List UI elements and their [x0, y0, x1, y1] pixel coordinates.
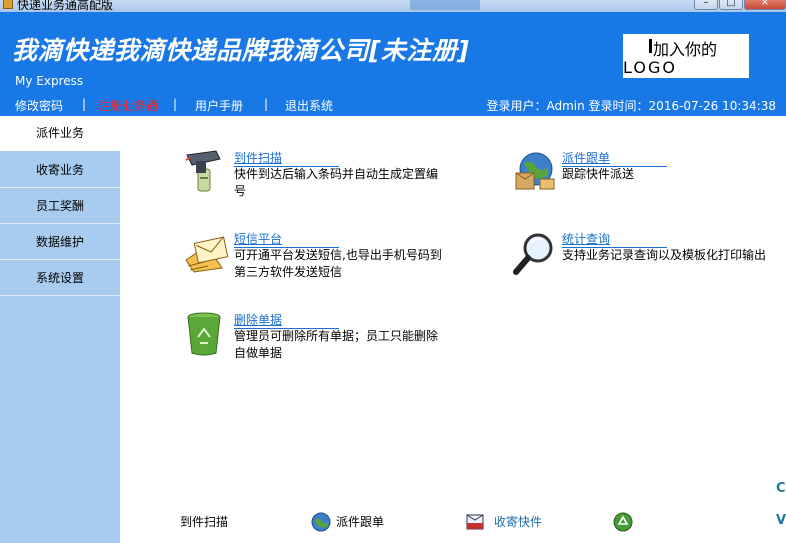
logo-text-line2: LOGO — [623, 58, 677, 77]
minimize-button[interactable]: – — [694, 0, 718, 10]
feature-link-sms[interactable]: 短信平台 — [234, 230, 339, 248]
logo-placeholder: 加入你的 LOGO — [623, 34, 749, 78]
window-title: 快递业务通高配版 — [17, 0, 114, 12]
sidebar-item-receive[interactable]: 收寄业务 — [0, 153, 120, 188]
sidebar-item-staff-reward[interactable]: 员工奖酬 — [0, 189, 120, 224]
feature-link-delete[interactable]: 删除单据 — [234, 311, 339, 329]
package-icon — [466, 514, 484, 530]
nav-separator: | — [264, 97, 269, 111]
globe-delivery-icon[interactable] — [512, 149, 558, 195]
company-title: 我滴快递我滴快递品牌我滴公司[未注册] — [12, 36, 470, 65]
logout-link[interactable]: 退出系统 — [285, 97, 333, 114]
feature-desc-delete: 管理员可删除所有单据；员工只能删除自做单据 — [234, 329, 439, 360]
bottom-label-receive: 收寄快件 — [494, 515, 543, 529]
titlebar-highlight — [410, 0, 480, 10]
barcode-scanner-icon[interactable] — [184, 149, 230, 195]
sidebar: 派件业务 收寄业务 员工奖酬 数据维护 系统设置 — [0, 116, 120, 543]
app-header: 我滴快递我滴快递品牌我滴公司[未注册] My Express 加入你的 LOGO… — [0, 12, 786, 116]
logo-mark — [649, 39, 652, 53]
edge-char-c: C — [776, 481, 786, 496]
feature-desc-stats: 支持业务记录查询以及模板化打印输出 — [562, 248, 767, 262]
feature-link-track[interactable]: 派件跟单 — [562, 149, 667, 167]
feature-desc-scan: 快件到达后输入条码并自动生成定置编号 — [234, 167, 439, 198]
edge-char-v: V — [776, 513, 786, 528]
maximize-button[interactable]: □ — [719, 0, 743, 10]
nav-separator: | — [82, 97, 87, 111]
login-info: 登录用户：Admin 登录时间：2016-07-26 10:34:38 — [486, 99, 776, 113]
app-subtitle: My Express — [15, 74, 84, 88]
magnifier-icon[interactable] — [512, 230, 558, 276]
feature-link-scan[interactable]: 到件扫描 — [234, 149, 339, 167]
feature-link-stats[interactable]: 统计查询 — [562, 230, 667, 248]
recycle-icon — [613, 512, 633, 532]
sidebar-item-data-maintenance[interactable]: 数据维护 — [0, 225, 120, 260]
envelope-hand-icon[interactable] — [184, 230, 230, 276]
bottom-label-track: 派件跟单 — [336, 515, 385, 529]
user-manual-link[interactable]: 用户手册 — [195, 97, 243, 114]
bottom-label-scan: 到件扫描 — [180, 515, 229, 529]
feature-desc-sms: 可开通平台发送短信,也导出手机号码到第三方软件发送短信 — [234, 248, 442, 279]
logo-text-line1: 加入你的 — [653, 40, 718, 59]
window-titlebar: 快递业务通高配版 – □ × — [0, 0, 786, 12]
recycle-bin-icon[interactable] — [184, 311, 230, 357]
globe-icon — [311, 512, 331, 532]
change-password-link[interactable]: 修改密码 — [15, 97, 63, 114]
sidebar-item-dispatch[interactable]: 派件业务 — [0, 116, 120, 151]
feature-desc-track: 跟踪快件派送 — [562, 167, 635, 181]
close-button[interactable]: × — [744, 0, 786, 10]
app-icon — [3, 0, 13, 9]
sidebar-item-system-settings[interactable]: 系统设置 — [0, 261, 120, 296]
register-link[interactable]: 注册业务通 — [98, 97, 158, 114]
nav-separator: | — [173, 97, 178, 111]
